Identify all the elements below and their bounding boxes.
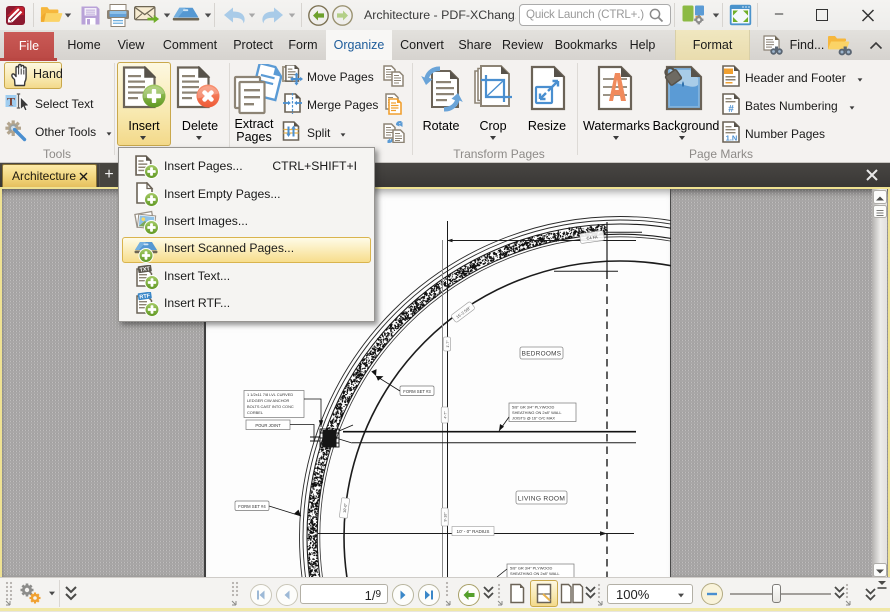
svg-text:10' - 0" RADIUS: 10' - 0" RADIUS xyxy=(457,529,490,534)
svg-text:FORM SET #3: FORM SET #3 xyxy=(403,389,431,394)
svg-text:SHEATHING ON 2x8" WALL: SHEATHING ON 2x8" WALL xyxy=(512,410,562,415)
svg-text:9'-10": 9'-10" xyxy=(444,512,448,522)
svg-text:BOLTS CAST INTO CONC: BOLTS CAST INTO CONC xyxy=(247,404,294,409)
svg-text:CORBEL: CORBEL xyxy=(247,410,264,415)
svg-text:BEDROOMS: BEDROOMS xyxy=(522,351,562,358)
svg-text:5/8" GR 3/4" PLYWOOD: 5/8" GR 3/4" PLYWOOD xyxy=(510,566,552,571)
svg-text:POUR JOINT: POUR JOINT xyxy=(255,423,281,428)
svg-text:4'-7": 4'-7" xyxy=(444,411,448,419)
svg-text:1 1/2x11 7/8 LVL CURVED: 1 1/2x11 7/8 LVL CURVED xyxy=(247,392,293,397)
svg-text:T: T xyxy=(7,95,15,109)
svg-text:1'-7": 1'-7" xyxy=(446,340,450,348)
svg-text:5/8" GR 3/4" PLYWOOD: 5/8" GR 3/4" PLYWOOD xyxy=(512,405,554,410)
svg-text:FORM SET #4: FORM SET #4 xyxy=(238,504,266,509)
svg-text:LIVING ROOM: LIVING ROOM xyxy=(518,495,565,502)
svg-text:#: # xyxy=(728,104,734,115)
svg-text:SHEATHING ON 2x8" WALL: SHEATHING ON 2x8" WALL xyxy=(510,571,560,576)
svg-text:JOISTS @ 16" O/C MAX: JOISTS @ 16" O/C MAX xyxy=(512,416,555,421)
svg-text:1.N: 1.N xyxy=(726,134,738,143)
svg-text:LEDGER C/W ANCHOR: LEDGER C/W ANCHOR xyxy=(247,398,290,403)
